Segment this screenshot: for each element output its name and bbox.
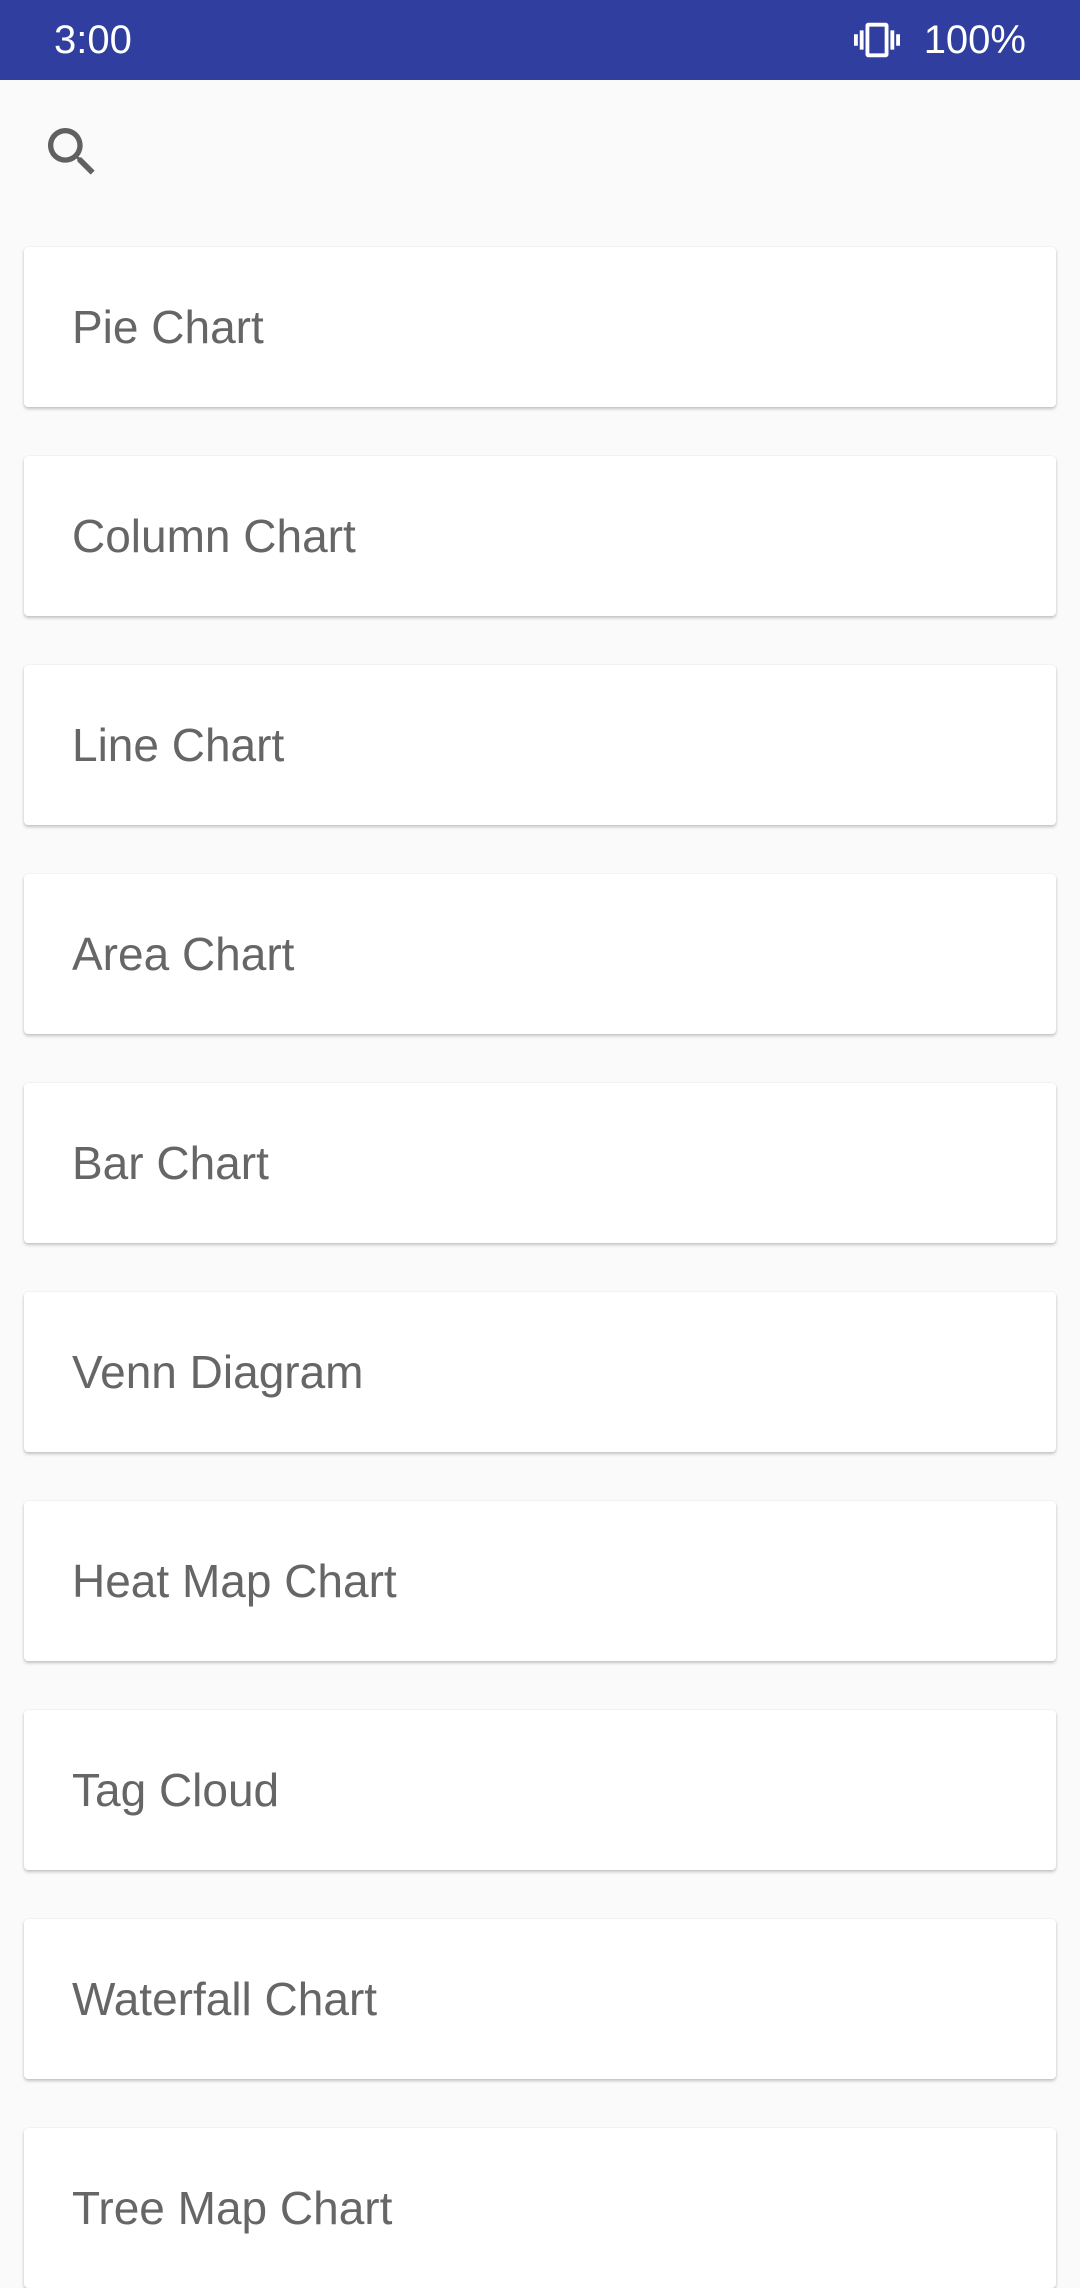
battery-level: 100% <box>923 17 1026 62</box>
list-item-label: Venn Diagram <box>72 1346 364 1398</box>
list-item-heat-map-chart[interactable]: Heat Map Chart <box>24 1501 1056 1661</box>
list-item-column-chart[interactable]: Column Chart <box>24 456 1056 616</box>
list-item-label: Heat Map Chart <box>72 1555 397 1607</box>
list-item-label: Line Chart <box>72 719 285 771</box>
toolbar <box>0 80 1080 230</box>
list-item-label: Pie Chart <box>72 301 264 353</box>
list-item-label: Bar Chart <box>72 1137 269 1189</box>
list-item-area-chart[interactable]: Area Chart <box>24 874 1056 1034</box>
status-time: 3:00 <box>54 17 132 62</box>
search-icon[interactable] <box>40 120 104 184</box>
list-item-label: Area Chart <box>72 928 295 980</box>
list-item-waterfall-chart[interactable]: Waterfall Chart <box>24 1919 1056 2079</box>
vibrate-icon <box>853 22 900 58</box>
list-item-label: Column Chart <box>72 510 356 562</box>
list-item-tag-cloud[interactable]: Tag Cloud <box>24 1710 1056 1870</box>
status-bar: 3:00 100% <box>0 0 1080 80</box>
status-indicators: 100% <box>853 17 1026 63</box>
list-item-label: Waterfall Chart <box>72 1973 378 2025</box>
list-item-bar-chart[interactable]: Bar Chart <box>24 1083 1056 1243</box>
list-item-venn-diagram[interactable]: Venn Diagram <box>24 1292 1056 1452</box>
list-item-label: Tree Map Chart <box>72 2182 393 2234</box>
list-item-label: Tag Cloud <box>72 1764 280 1816</box>
list-item-pie-chart[interactable]: Pie Chart <box>24 247 1056 407</box>
list-item-line-chart[interactable]: Line Chart <box>24 665 1056 825</box>
list-item-tree-map-chart[interactable]: Tree Map Chart <box>24 2128 1056 2288</box>
